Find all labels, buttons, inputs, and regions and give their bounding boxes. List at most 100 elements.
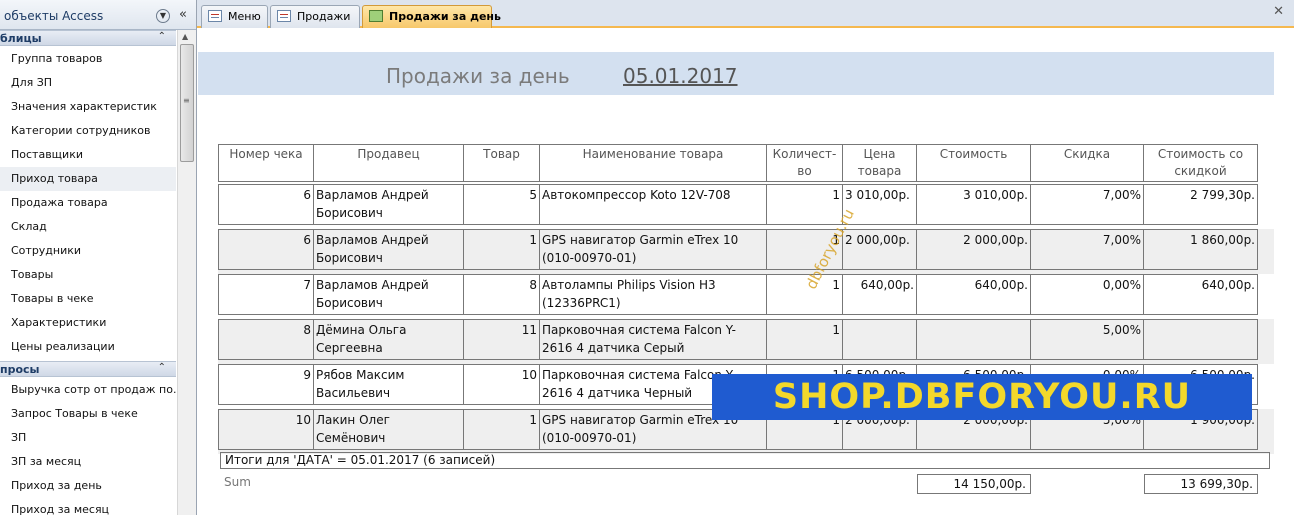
nav-item[interactable]: Группа товаров [0,47,176,71]
cell-seller: Варламов Андрей Борисович [314,184,464,225]
cell-receipt-number: 7 [218,274,314,315]
nav-menu-chevron-icon[interactable]: ▼ [156,9,170,23]
cell-product-name: Парковочная система Falcon Y-2616 4 датч… [540,319,767,360]
nav-scrollbar[interactable]: ▲ ≡ [177,30,196,515]
cell-discounted-cost: 640,00р. [1144,274,1258,315]
nav-group-queries[interactable]: просы ⌃ [0,361,176,377]
nav-item[interactable]: Склад [0,215,176,239]
cell-quantity: 1 [767,184,843,225]
nav-item[interactable]: Выручка сотр от продаж по... [0,378,176,402]
nav-scroll-thumb[interactable]: ≡ [180,44,194,162]
nav-item[interactable]: ЗП за месяц [0,450,176,474]
report-header-band: Продажи за день 05.01.2017 [198,52,1274,95]
tab-sales[interactable]: Продажи [270,5,360,28]
report-title: Продажи за день [386,64,570,88]
nav-item[interactable]: Сотрудники [0,239,176,263]
cell-seller: Рябов Максим Васильевич [314,364,464,405]
nav-item[interactable]: Приход за месяц [0,498,176,515]
nav-group-tables[interactable]: блицы ⌃ [0,30,176,46]
table-row: 6 Варламов Андрей Борисович 5 Автокомпре… [218,184,1274,229]
cell-discounted-cost: 2 799,30р. [1144,184,1258,225]
nav-item[interactable]: Товары [0,263,176,287]
nav-pane-header: объекты Access ▼ « [0,0,196,30]
cell-discount: 5,00% [1031,319,1144,360]
form-icon [208,10,222,22]
cell-product-name: Автолампы Philips Vision H3 (12336PRC1) [540,274,767,315]
cell-discount: 7,00% [1031,229,1144,270]
cell-cost [917,319,1031,360]
column-header: Номер чека [218,144,314,182]
sum-label: Sum [224,475,251,489]
nav-item[interactable]: Цены реализации [0,335,176,359]
cell-cost: 640,00р. [917,274,1031,315]
cell-product-id: 10 [464,364,540,405]
grip-icon: ≡ [183,96,190,105]
tab-label: Меню [228,10,261,23]
table-row: 8 Дёмина Ольга Сергеевна 11 Парковочная … [218,319,1274,364]
form-icon [277,10,291,22]
nav-item[interactable]: Приход товара [0,167,176,191]
report-date: 05.01.2017 [623,64,738,88]
table-row: 6 Варламов Андрей Борисович 1 GPS навига… [218,229,1274,274]
cell-seller: Варламов Андрей Борисович [314,229,464,270]
nav-item[interactable]: Значения характеристик [0,95,176,119]
cell-discounted-cost: 1 860,00р. [1144,229,1258,270]
nav-group-label: просы [0,363,40,376]
cell-receipt-number: 6 [218,184,314,225]
nav-item[interactable]: Поставщики [0,143,176,167]
cell-seller: Лакин Олег Семёнович [314,409,464,450]
close-icon[interactable]: ✕ [1273,4,1284,19]
cell-seller: Дёмина Ольга Сергеевна [314,319,464,360]
cell-receipt-number: 10 [218,409,314,450]
cell-price [843,319,917,360]
cell-cost: 2 000,00р. [917,229,1031,270]
nav-item[interactable]: Категории сотрудников [0,119,176,143]
scroll-up-arrow-icon[interactable]: ▲ [182,32,188,41]
column-header: Товар [464,144,540,182]
column-header: Наименование товара [540,144,767,182]
report-icon [369,10,383,22]
table-row: 7 Варламов Андрей Борисович 8 Автолампы … [218,274,1274,319]
document-tab-strip: Меню Продажи Продажи за день ✕ [197,0,1294,28]
nav-item[interactable]: Продажа товара [0,191,176,215]
nav-item[interactable]: Характеристики [0,311,176,335]
cell-price: 640,00р. [843,274,917,315]
sum-cost: 14 150,00р. [917,474,1031,494]
navigation-pane: объекты Access ▼ « блицы ⌃ Группа товаро… [0,0,197,515]
tab-menu[interactable]: Меню [201,5,268,28]
tab-label: Продажи за день [389,10,501,23]
column-header: Цена товара [843,144,917,182]
cell-product-id: 1 [464,409,540,450]
cell-product-id: 11 [464,319,540,360]
cell-product-id: 5 [464,184,540,225]
nav-item[interactable]: Запрос Товары в чеке [0,402,176,426]
column-header: Скидка [1031,144,1144,182]
cell-price: 2 000,00р. [843,229,917,270]
column-header: Продавец [314,144,464,182]
column-header: Стоимость [917,144,1031,182]
cell-quantity: 1 [767,319,843,360]
cell-seller: Варламов Андрей Борисович [314,274,464,315]
cell-product-name: Автокомпрессор Koto 12V-708 [540,184,767,225]
tab-sales-per-day[interactable]: Продажи за день [362,5,501,28]
column-header: Стоимость со скидкой [1144,144,1258,182]
nav-item[interactable]: Товары в чеке [0,287,176,311]
nav-collapse-icon[interactable]: « [176,8,190,22]
report-view: Продажи за день 05.01.2017 Номер чека Пр… [198,30,1294,515]
collapse-up-icon[interactable]: ⌃ [158,31,166,42]
cell-discounted-cost [1144,319,1258,360]
nav-pane-title: объекты Access [4,9,104,23]
tab-label: Продажи [297,10,351,23]
nav-item[interactable]: ЗП [0,426,176,450]
cell-product-id: 8 [464,274,540,315]
cell-cost: 3 010,00р. [917,184,1031,225]
group-totals-label: Итоги для 'ДАТА' = 05.01.2017 (6 записей… [220,452,1270,469]
nav-group-label: блицы [0,32,42,45]
nav-item[interactable]: Приход за день [0,474,176,498]
cell-receipt-number: 6 [218,229,314,270]
collapse-up-icon[interactable]: ⌃ [158,362,166,373]
cell-product-name: GPS навигатор Garmin eTrex 10 (010-00970… [540,229,767,270]
cell-receipt-number: 8 [218,319,314,360]
cell-product-id: 1 [464,229,540,270]
nav-item[interactable]: Для ЗП [0,71,176,95]
